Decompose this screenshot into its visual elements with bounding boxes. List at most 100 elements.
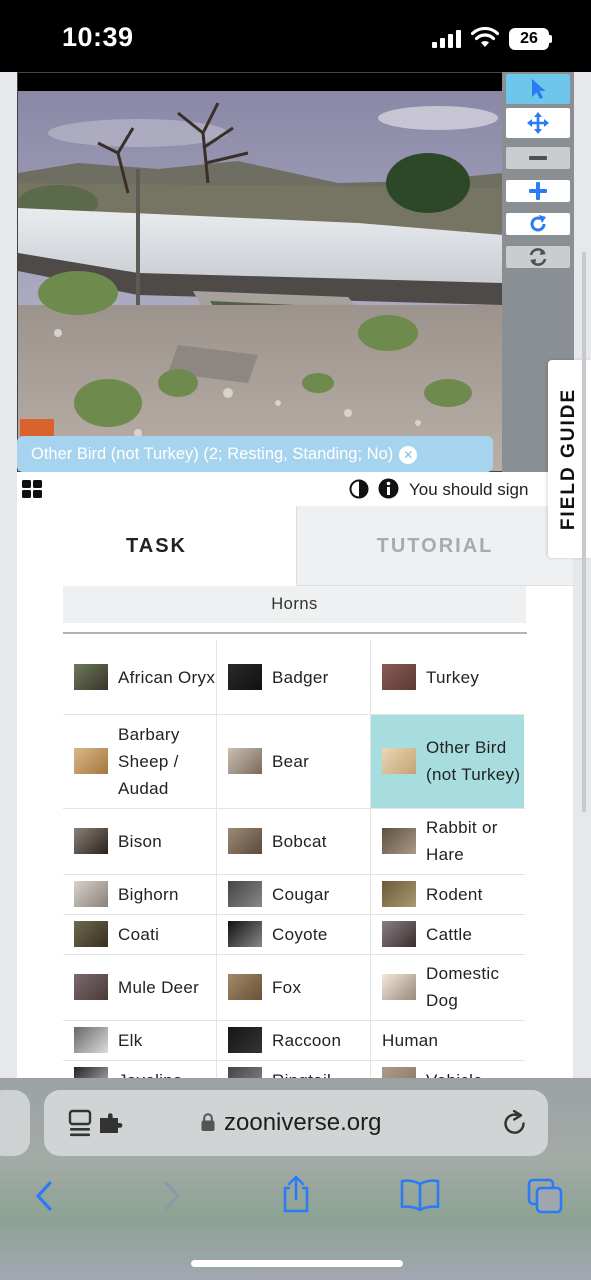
species-thumbnail [228,748,262,774]
species-option[interactable]: Mule Deer [63,954,216,1020]
species-thumbnail [74,881,108,907]
reset-button[interactable] [506,246,570,268]
species-option[interactable]: Elk [63,1020,216,1060]
species-option[interactable]: Turkey [371,640,524,714]
task-panel: TASK TUTORIAL Horns African Oryx Badger Tu… [17,506,573,1078]
species-thumbnail [382,921,416,947]
rotate-icon [530,215,546,232]
reload-icon[interactable] [502,1110,528,1137]
species-thumbnail [74,1027,108,1053]
wifi-icon [471,26,499,47]
subject-meta-bar: You should sign [17,472,573,506]
grid-divider [216,640,217,1078]
annotation-label: Other Bird (not Turkey) (2; Resting, Sta… [31,445,394,463]
species-label: Bighorn [118,884,179,904]
subject-image[interactable] [17,72,503,472]
close-icon[interactable]: ✕ [399,445,418,464]
zoom-in-icon [529,182,547,200]
species-thumbnail [228,828,262,854]
species-label: Human [382,1030,439,1050]
pointer-tool-button[interactable] [506,74,570,104]
zoom-out-button[interactable] [506,147,570,169]
grid-view-icon[interactable] [22,480,42,499]
species-label: Domestic Dog [426,964,500,1010]
species-thumbnail [228,664,262,690]
tabs-icon[interactable] [527,1178,563,1214]
species-option[interactable]: Fox [217,954,370,1020]
species-option[interactable]: Coati [63,914,216,954]
address-bar[interactable]: zooniverse.org [44,1090,548,1156]
species-option[interactable]: Cattle [371,914,524,954]
species-option[interactable]: Other Bird (not Turkey) [371,714,524,808]
zoom-in-button[interactable] [506,180,570,202]
species-thumbnail [382,1067,416,1078]
species-label: Coati [118,924,160,944]
species-label: Mule Deer [118,977,200,997]
species-option[interactable]: Ringtail [217,1060,370,1078]
species-option[interactable]: Cougar [217,874,370,914]
species-label: Rodent [426,884,483,904]
species-label: Raccoon [272,1030,342,1050]
filter-horns[interactable]: Horns [63,586,526,623]
species-label: Badger [272,667,329,687]
species-option[interactable]: Raccoon [217,1020,370,1060]
scrollbar[interactable] [582,252,586,812]
move-tool-button[interactable] [506,108,570,138]
species-option[interactable]: Bear [217,714,370,808]
species-thumbnail [228,974,262,1000]
species-option[interactable]: African Oryx [63,640,216,714]
species-thumbnail [382,828,416,854]
species-option[interactable]: Badger [217,640,370,714]
species-thumbnail [74,974,108,1000]
page-menu-icon[interactable] [68,1109,126,1139]
tab-task[interactable]: TASK [17,506,296,586]
species-option[interactable]: Bobcat [217,808,370,874]
species-label: Coyote [272,924,328,944]
page: Other Bird (not Turkey) (2; Resting, Sta… [0,72,591,1078]
species-label: Vehicle [426,1067,483,1079]
species-option[interactable]: Human [371,1020,524,1060]
rotate-button[interactable] [506,213,570,235]
species-option[interactable]: Domestic Dog [371,954,524,1020]
species-option[interactable]: Coyote [217,914,370,954]
back-icon[interactable] [34,1180,54,1212]
species-thumbnail [74,921,108,947]
share-icon[interactable] [280,1174,312,1214]
species-option[interactable]: Vehicle [371,1060,524,1078]
species-option[interactable]: Bighorn [63,874,216,914]
lock-icon [201,1113,215,1131]
bookmarks-icon[interactable] [400,1178,440,1212]
pointer-icon [532,79,546,99]
species-label: Ringtail [272,1067,331,1079]
species-thumbnail [382,664,416,690]
battery-nub [549,35,552,43]
species-label: Javelina [118,1067,183,1079]
species-label: Turkey [426,667,480,687]
field-guide-label: FIELD GUIDE [558,387,579,531]
species-option[interactable]: Rodent [371,874,524,914]
divider [63,632,527,634]
species-thumbnail [228,1027,262,1053]
species-option[interactable]: Bison [63,808,216,874]
species-thumbnail [382,881,416,907]
tab-tutorial[interactable]: TUTORIAL [296,506,573,586]
species-option[interactable]: Barbary Sheep / Audad [63,714,216,808]
species-thumbnail [74,664,108,690]
species-label: Bear [272,751,310,771]
battery-indicator: 26 [509,28,549,50]
species-label: Elk [118,1030,143,1050]
species-label: Barbary Sheep / Audad [118,724,180,798]
grid-divider [63,1020,525,1021]
species-label: Rabbit or Hare [426,818,498,864]
annotation-chip[interactable]: Other Bird (not Turkey) (2; Resting, Sta… [17,436,493,472]
info-icon[interactable] [378,478,399,499]
previous-tab-preview[interactable] [0,1090,30,1156]
species-option[interactable]: Rabbit or Hare [371,808,524,874]
species-thumbnail [74,1067,108,1078]
species-thumbnail [74,748,108,774]
species-label: Bison [118,831,163,851]
contrast-icon[interactable] [349,479,369,499]
species-option[interactable]: Javelina [63,1060,216,1078]
zoom-out-icon [529,156,547,160]
forward-icon [164,1181,180,1211]
